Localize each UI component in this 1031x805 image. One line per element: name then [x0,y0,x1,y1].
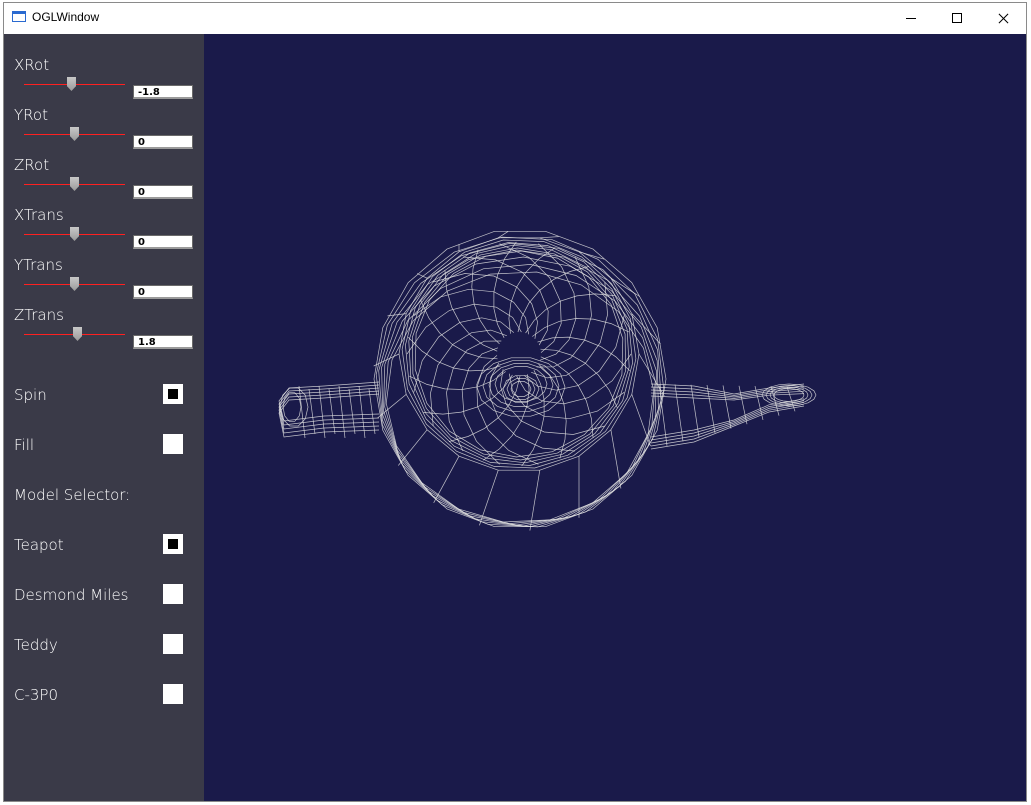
model-selector-heading: Model Selector: [14,486,131,504]
model-label-c3p0: C-3P0 [14,686,59,704]
model-checkbox-teddy[interactable] [163,634,183,654]
control-sidebar: XRot -1.8 YRot 0 ZRot 0 XTrans 0 YTrans [4,34,204,801]
teapot-wireframe [278,230,817,531]
window-app-icon [12,11,26,22]
minimize-button[interactable] [888,3,934,34]
model-checkbox-teapot[interactable] [163,534,183,554]
model-checkbox-c3p0[interactable] [163,684,183,704]
fill-label: Fill [14,436,35,454]
model-label-teddy: Teddy [14,636,58,654]
title-bar[interactable]: OGLWindow [4,3,1026,34]
slider-label: ZRot [14,156,50,174]
slider-label: YTrans [14,256,63,274]
close-button[interactable] [980,3,1026,34]
slider-thumb[interactable] [70,127,79,141]
slider-value-field[interactable]: 0 [133,235,193,249]
app-window: OGLWindow XRot -1.8 YRot 0 ZRot 0 XTrans… [3,2,1027,802]
slider-thumb[interactable] [70,227,79,241]
spin-label: Spin [14,386,47,404]
slider-value-field[interactable]: 0 [133,135,193,149]
slider-label: XRot [14,56,50,74]
model-label-teapot: Teapot [14,536,64,554]
slider-thumb[interactable] [70,177,79,191]
spin-checkbox[interactable] [163,384,183,404]
slider-value-field[interactable]: 0 [133,285,193,299]
model-label-desmond-miles: Desmond Miles [14,586,129,604]
opengl-viewport[interactable] [204,34,1026,801]
window-title: OGLWindow [32,10,100,24]
slider-thumb[interactable] [70,277,79,291]
slider-value-field[interactable]: 0 [133,185,193,199]
slider-value-field[interactable]: 1.8 [133,335,193,349]
slider-label: YRot [14,106,48,124]
slider-thumb[interactable] [66,77,76,91]
maximize-button[interactable] [934,3,980,34]
slider-value-field[interactable]: -1.8 [133,85,193,99]
fill-checkbox[interactable] [163,434,183,454]
model-checkbox-desmond-miles[interactable] [163,584,183,604]
slider-label: XTrans [14,206,64,224]
slider-label: ZTrans [14,306,64,324]
slider-thumb[interactable] [73,327,83,341]
